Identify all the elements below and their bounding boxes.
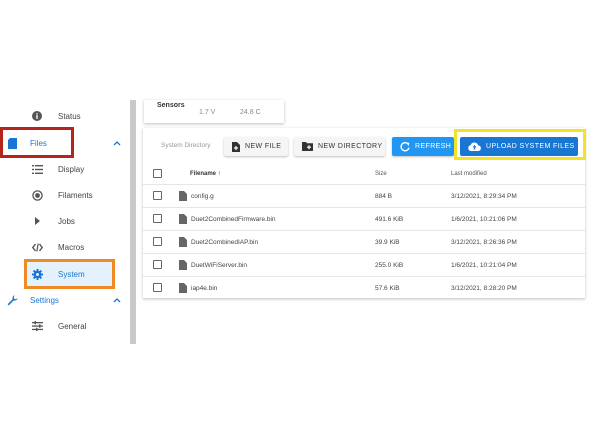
row-checkbox[interactable] — [153, 283, 162, 292]
file-modified: 3/12/2021, 8:28:20 PM — [451, 285, 517, 292]
app-window: Status Files Display Filaments Jobs Macr… — [0, 0, 592, 444]
refresh-label: REFRESH — [415, 143, 452, 150]
highlight-box-files — [0, 127, 74, 158]
wrench-icon — [5, 293, 19, 307]
sort-arrow-icon: ↑ — [217, 171, 221, 177]
file-name: Duet2CombinedFirmware.bin — [191, 216, 276, 223]
sensor-value-vin: 1.7 V — [199, 109, 216, 116]
chevron-up-icon[interactable] — [113, 139, 121, 148]
table-row[interactable]: Duet2CombinedIAP.bin 39.9 KiB 3/12/2021,… — [143, 231, 585, 254]
column-header-filename[interactable]: Filename ↑ — [190, 171, 221, 177]
sidebar-item-status[interactable]: Status — [0, 103, 130, 129]
chevron-up-icon[interactable] — [113, 296, 121, 305]
sensors-card: Sensors 1.7 V 24.8 C — [144, 100, 284, 123]
highlight-box-upload — [454, 129, 586, 160]
code-icon — [30, 240, 44, 254]
file-size: 884 B — [375, 193, 392, 200]
new-directory-label: NEW DIRECTORY — [318, 143, 383, 150]
radio-icon — [30, 188, 44, 202]
info-icon — [30, 109, 44, 123]
list-icon — [30, 162, 44, 176]
sidebar-item-label: Settings — [30, 295, 59, 305]
filename-header-label: Filename — [190, 171, 217, 177]
new-directory-button[interactable]: NEW DIRECTORY — [294, 137, 385, 156]
file-modified: 3/12/2021, 8:26:36 PM — [451, 239, 517, 246]
row-checkbox[interactable] — [153, 191, 162, 200]
file-icon — [179, 191, 187, 203]
sidebar-item-filaments[interactable]: Filaments — [0, 182, 130, 208]
new-file-icon — [232, 141, 240, 152]
directory-breadcrumb[interactable]: System Directory — [161, 142, 210, 149]
table-row[interactable]: config.g 884 B 3/12/2021, 8:29:34 PM — [143, 185, 585, 208]
files-table: Filename ↑ Size Last modified config.g 8… — [143, 164, 585, 300]
table-row[interactable]: iap4e.bin 57.6 KiB 3/12/2021, 8:28:20 PM — [143, 277, 585, 300]
file-size: 255.0 KiB — [375, 262, 404, 269]
file-size: 39.9 KiB — [375, 239, 400, 246]
sidebar-item-settings[interactable]: Settings — [0, 287, 130, 313]
refresh-button[interactable]: REFRESH — [392, 137, 454, 156]
file-icon — [179, 214, 187, 226]
sidebar-item-label: General — [58, 321, 87, 331]
sidebar-scrollbar[interactable] — [130, 100, 136, 344]
table-header-row: Filename ↑ Size Last modified — [143, 164, 585, 185]
sidebar-item-label: Display — [58, 164, 85, 174]
play-icon — [30, 214, 44, 228]
new-file-label: NEW FILE — [245, 143, 282, 150]
sidebar-item-general[interactable]: General — [0, 313, 130, 339]
sensor-value-mcu-temp: 24.8 C — [240, 109, 261, 116]
sidebar-item-label: Filaments — [58, 190, 93, 200]
row-checkbox[interactable] — [153, 260, 162, 269]
row-checkbox[interactable] — [153, 237, 162, 246]
file-name: iap4e.bin — [191, 285, 218, 292]
file-modified: 3/12/2021, 8:29:34 PM — [451, 193, 517, 200]
file-icon — [179, 237, 187, 249]
new-file-button[interactable]: NEW FILE — [224, 137, 288, 156]
highlight-box-system — [24, 259, 115, 289]
sidebar-item-display[interactable]: Display — [0, 156, 130, 182]
table-row[interactable]: Duet2CombinedFirmware.bin 491.6 KiB 1/6/… — [143, 208, 585, 231]
file-modified: 1/6/2021, 10:21:06 PM — [451, 216, 517, 223]
sidebar-item-label: Status — [58, 111, 81, 121]
table-row[interactable]: DuetWiFiServer.bin 255.0 KiB 1/6/2021, 1… — [143, 254, 585, 277]
sidebar-item-macros[interactable]: Macros — [0, 234, 130, 260]
file-icon — [179, 283, 187, 295]
file-modified: 1/6/2021, 10:21:04 PM — [451, 262, 517, 269]
file-icon — [179, 260, 187, 272]
sidebar-item-jobs[interactable]: Jobs — [0, 208, 130, 234]
sidebar-item-label: Macros — [58, 242, 85, 252]
file-size: 491.6 KiB — [375, 216, 404, 223]
row-checkbox[interactable] — [153, 214, 162, 223]
select-all-checkbox[interactable] — [153, 169, 162, 178]
file-size: 57.6 KiB — [375, 285, 400, 292]
sensors-title: Sensors — [157, 102, 185, 109]
column-header-last-modified[interactable]: Last modified — [451, 171, 487, 177]
tune-icon — [30, 319, 44, 333]
file-name: DuetWiFiServer.bin — [191, 262, 247, 269]
file-name: Duet2CombinedIAP.bin — [191, 239, 259, 246]
file-name: config.g — [191, 193, 214, 200]
refresh-icon — [400, 141, 410, 152]
column-header-size[interactable]: Size — [375, 171, 387, 177]
new-folder-icon — [302, 142, 313, 151]
sidebar-item-label: Jobs — [58, 216, 75, 226]
